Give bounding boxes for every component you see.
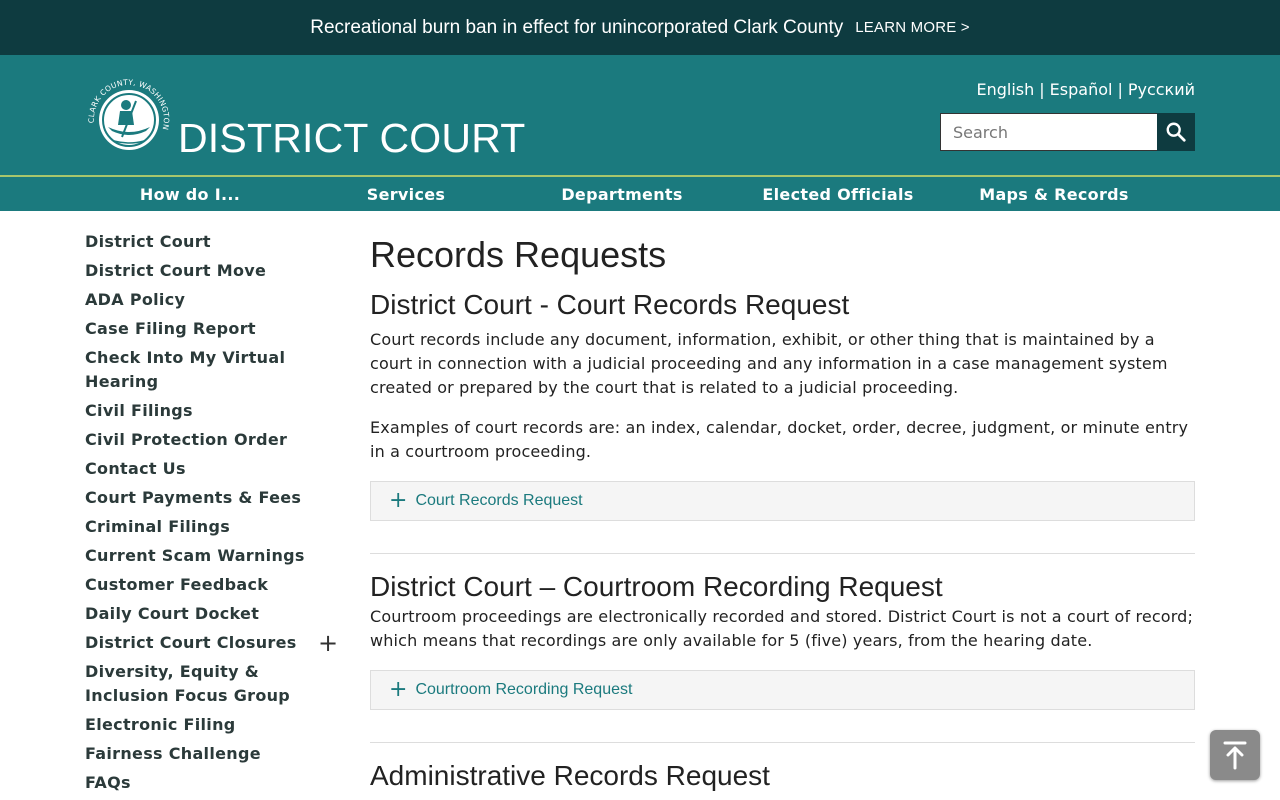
alert-text: Recreational burn ban in effect for unin… bbox=[310, 16, 844, 38]
accordion-label: Courtroom Recording Request bbox=[415, 681, 633, 698]
section-title: Administrative Records Request bbox=[370, 760, 770, 791]
site-logo[interactable]: CLARK COUNTY, WASHINGTON DISTRICT COURT bbox=[84, 79, 526, 161]
learn-more-link[interactable]: LEARN MORE > bbox=[855, 19, 970, 36]
section-paragraph: Courtroom proceedings are electronically… bbox=[370, 607, 1194, 650]
lang-russian[interactable]: Русский bbox=[1128, 80, 1195, 99]
nav-departments[interactable]: Departments bbox=[514, 177, 730, 211]
search-button[interactable] bbox=[1157, 113, 1195, 151]
arrow-up-icon bbox=[1223, 741, 1247, 770]
site-header: CLARK COUNTY, WASHINGTON DISTRICT COURT … bbox=[0, 55, 1280, 175]
sidebar-item-customer-feedback[interactable]: Customer Feedback bbox=[85, 573, 345, 597]
sidebar-item-civil-protection-order[interactable]: Civil Protection Order bbox=[85, 428, 345, 452]
sidebar-item-dei-focus-group[interactable]: Diversity, Equity & Inclusion Focus Grou… bbox=[85, 660, 345, 708]
section-title: District Court – Courtroom Recording Req… bbox=[370, 571, 943, 602]
section-paragraph: Examples of court records are: an index,… bbox=[370, 418, 1189, 461]
sidebar-item-faqs[interactable]: FAQs bbox=[85, 771, 345, 795]
sidebar-item-district-court[interactable]: District Court bbox=[85, 230, 345, 254]
main-nav: How do I... Services Departments Elected… bbox=[0, 175, 1280, 211]
sidebar-item-criminal-filings[interactable]: Criminal Filings bbox=[85, 515, 345, 539]
language-selector: English | Español | Русский bbox=[976, 80, 1195, 99]
accordion-courtroom-recording-request[interactable]: + Courtroom Recording Request bbox=[370, 670, 1195, 710]
sidebar-item-electronic-filing[interactable]: Electronic Filing bbox=[85, 713, 345, 737]
plus-icon: + bbox=[389, 488, 408, 513]
sidebar-item-civil-filings[interactable]: Civil Filings bbox=[85, 399, 345, 423]
sidebar-item-court-closures[interactable]: District Court Closures + bbox=[85, 631, 345, 655]
search-input[interactable] bbox=[940, 113, 1157, 151]
sidebar-item-scam-warnings[interactable]: Current Scam Warnings bbox=[85, 544, 345, 568]
sidebar-nav: District Court District Court Move ADA P… bbox=[85, 230, 345, 800]
sidebar-item-court-payments[interactable]: Court Payments & Fees bbox=[85, 486, 345, 510]
sidebar-item-district-court-move[interactable]: District Court Move bbox=[85, 259, 345, 283]
back-to-top-button[interactable] bbox=[1210, 730, 1260, 780]
accordion-label: Court Records Request bbox=[415, 492, 583, 509]
search-form bbox=[940, 113, 1195, 151]
county-seal-icon: CLARK COUNTY, WASHINGTON bbox=[87, 79, 171, 150]
lang-english[interactable]: English bbox=[976, 80, 1034, 99]
sidebar-item-ada-policy[interactable]: ADA Policy bbox=[85, 288, 345, 312]
sidebar-item-case-filing-report[interactable]: Case Filing Report bbox=[85, 317, 345, 341]
accordion-court-records-request[interactable]: + Court Records Request bbox=[370, 481, 1195, 521]
section-title: District Court - Court Records Request bbox=[370, 289, 850, 320]
sidebar-item-fairness-challenge[interactable]: Fairness Challenge bbox=[85, 742, 345, 766]
nav-how-do-i[interactable]: How do I... bbox=[82, 177, 298, 211]
nav-elected-officials[interactable]: Elected Officials bbox=[730, 177, 946, 211]
lang-separator: | bbox=[1039, 80, 1045, 99]
section-divider bbox=[370, 742, 1195, 743]
site-title: DISTRICT COURT bbox=[178, 115, 526, 161]
page-title: Records Requests bbox=[370, 234, 667, 275]
lang-spanish[interactable]: Español bbox=[1050, 80, 1113, 99]
section-paragraph: Court records include any document, info… bbox=[370, 330, 1168, 397]
sidebar-item-label: District Court Closures bbox=[85, 633, 297, 652]
sidebar-item-contact-us[interactable]: Contact Us bbox=[85, 457, 345, 481]
nav-maps-records[interactable]: Maps & Records bbox=[946, 177, 1162, 211]
main-content: Records Requests District Court - Court … bbox=[370, 230, 1195, 793]
sidebar-item-virtual-hearing[interactable]: Check Into My Virtual Hearing bbox=[85, 346, 315, 394]
section-divider bbox=[370, 553, 1195, 554]
nav-services[interactable]: Services bbox=[298, 177, 514, 211]
plus-icon: + bbox=[389, 677, 408, 702]
sidebar-item-daily-court-docket[interactable]: Daily Court Docket bbox=[85, 602, 345, 626]
plus-icon[interactable]: + bbox=[318, 631, 338, 655]
search-icon bbox=[1166, 122, 1186, 142]
lang-separator: | bbox=[1117, 80, 1123, 99]
alert-banner: Recreational burn ban in effect for unin… bbox=[0, 0, 1280, 55]
